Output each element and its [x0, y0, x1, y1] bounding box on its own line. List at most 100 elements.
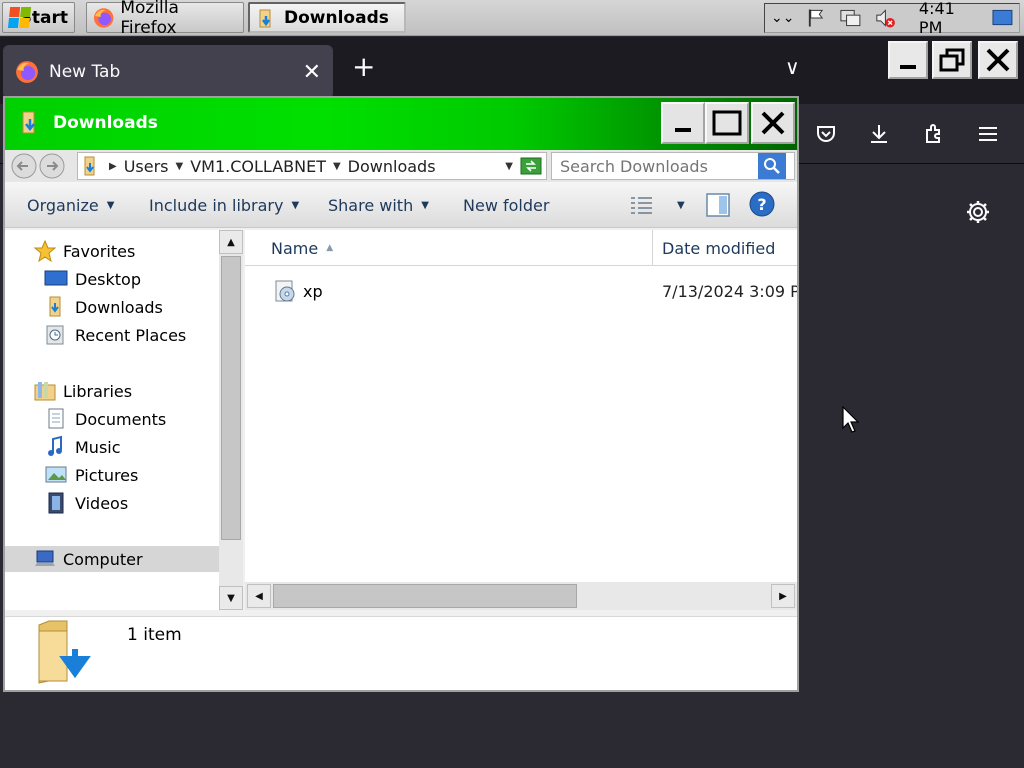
breadcrumb-separator-icon[interactable]: ▼: [176, 161, 184, 172]
downloads-folder-icon: [22, 111, 35, 134]
mouse-cursor-icon: [842, 406, 860, 433]
app-menu-icon[interactable]: [972, 118, 1004, 150]
explorer-window: Downloads ▶ Users ▼ VM1.COLLABNET ▼ Down…: [3, 96, 799, 692]
libraries-icon: [34, 382, 56, 401]
windows-logo-icon: [7, 6, 32, 29]
preview-pane-icon[interactable]: [705, 192, 731, 218]
nav-item-label: Desktop: [75, 269, 141, 289]
nav-computer[interactable]: Computer: [5, 546, 219, 572]
file-row[interactable]: xp 7/13/2024 3:09 PM: [245, 276, 797, 306]
scroll-up-arrow-icon[interactable]: ▲: [219, 230, 243, 254]
nav-item-music[interactable]: Music: [43, 434, 121, 460]
title-bar[interactable]: Downloads: [5, 98, 797, 150]
nav-item-label: Videos: [75, 493, 129, 513]
scroll-down-arrow-icon[interactable]: ▼: [219, 586, 243, 610]
scrollbar-thumb[interactable]: [273, 584, 577, 608]
nav-item-downloads[interactable]: Downloads: [43, 294, 163, 320]
help-icon[interactable]: ?: [749, 191, 775, 217]
downloads-icon[interactable]: [863, 118, 895, 150]
include-in-library-button[interactable]: Include in library ▼: [149, 196, 299, 215]
tab-new-tab[interactable]: New Tab ✕: [3, 45, 333, 99]
chevron-down-icon[interactable]: ⌄⌄: [771, 10, 794, 26]
taskbar: Start Mozilla Firefox Downloads ⌄⌄ 4:41 …: [0, 0, 1024, 38]
share-with-button[interactable]: Share with ▼: [328, 196, 429, 215]
file-name: xp: [303, 282, 323, 301]
taskbar-item-downloads[interactable]: Downloads: [248, 2, 406, 33]
downloads-folder-icon: [49, 296, 61, 317]
nav-item-recent-places[interactable]: Recent Places: [43, 322, 186, 348]
new-tab-button[interactable]: +: [352, 53, 375, 81]
breadcrumb-item[interactable]: Users: [124, 157, 169, 176]
close-tab-icon[interactable]: ✕: [303, 60, 321, 85]
organize-button[interactable]: Organize ▼: [27, 196, 114, 215]
maximize-icon: [712, 110, 742, 136]
close-button[interactable]: [751, 102, 795, 144]
navigation-scrollbar[interactable]: ▲ ▼: [219, 230, 243, 610]
extensions-icon[interactable]: [918, 118, 950, 150]
command-bar: Organize ▼ Include in library ▼ Share wi…: [5, 182, 797, 228]
restore-button[interactable]: [932, 41, 972, 79]
maximize-button[interactable]: [705, 102, 749, 144]
flag-icon[interactable]: [806, 7, 827, 29]
start-button[interactable]: Start: [2, 2, 75, 33]
nav-favorites[interactable]: Favorites: [33, 238, 135, 264]
chevron-down-icon[interactable]: ▼: [677, 200, 685, 211]
details-pane: 1 item: [5, 616, 797, 690]
new-folder-button[interactable]: New folder: [463, 196, 549, 215]
column-header-date-modified[interactable]: Date modified: [654, 230, 797, 266]
list-all-tabs-chevron-icon[interactable]: ∨: [785, 55, 800, 79]
breadcrumb-item[interactable]: VM1.COLLABNET: [190, 157, 326, 176]
nav-libraries[interactable]: Libraries: [33, 378, 132, 404]
nav-item-videos[interactable]: Videos: [43, 490, 128, 516]
pocket-icon[interactable]: [810, 118, 842, 150]
chevron-down-icon: ▼: [106, 200, 115, 211]
nav-item-pictures[interactable]: Pictures: [43, 462, 138, 488]
show-desktop-icon[interactable]: [992, 8, 1013, 28]
search-icon[interactable]: [758, 153, 786, 179]
disc-image-file-icon: [275, 280, 295, 302]
computer-icon: [35, 550, 55, 566]
window-title: Downloads: [53, 113, 158, 133]
scroll-left-arrow-icon[interactable]: ◀: [247, 584, 271, 608]
search-box[interactable]: [551, 152, 795, 180]
change-view-button[interactable]: ▼: [629, 194, 685, 216]
firefox-tab-strip: New Tab ✕: [0, 37, 1024, 104]
minimize-icon: [900, 65, 916, 69]
back-forward-icon[interactable]: [9, 152, 69, 180]
close-icon: [986, 48, 1010, 72]
network-icon[interactable]: [839, 7, 862, 29]
column-header-name[interactable]: Name ▲: [245, 230, 653, 266]
chevron-down-icon: ▼: [291, 200, 300, 211]
minimize-button[interactable]: [888, 41, 928, 79]
clock[interactable]: 4:41 PM: [919, 0, 980, 37]
view-details-icon: [631, 197, 652, 214]
speaker-muted-icon[interactable]: [874, 7, 897, 29]
nav-item-documents[interactable]: Documents: [43, 406, 166, 432]
search-input[interactable]: [552, 154, 758, 178]
music-icon: [48, 435, 62, 456]
breadcrumb-separator-icon[interactable]: ▶: [109, 161, 117, 172]
close-icon: [761, 111, 785, 135]
taskbar-item-firefox[interactable]: Mozilla Firefox: [86, 0, 244, 38]
system-tray: ⌄⌄ 4:41 PM: [764, 0, 1020, 37]
documents-icon: [48, 408, 64, 429]
chevron-down-icon: ▼: [421, 200, 429, 211]
settings-gear-icon[interactable]: [962, 196, 994, 228]
scrollbar-thumb[interactable]: [221, 256, 241, 540]
minimize-icon: [675, 128, 691, 132]
address-dropdown-icon[interactable]: ▼: [505, 161, 513, 172]
refresh-icon[interactable]: [520, 156, 542, 176]
nav-favorites-label: Favorites: [63, 241, 136, 261]
item-count: 1 item: [127, 625, 182, 645]
file-list-horizontal-scrollbar[interactable]: ◀ ▶: [245, 582, 797, 610]
breadcrumb-separator-icon[interactable]: ▼: [333, 161, 341, 172]
nav-item-desktop[interactable]: Desktop: [43, 266, 141, 292]
scroll-right-arrow-icon[interactable]: ▶: [771, 584, 795, 608]
address-bar[interactable]: ▶ Users ▼ VM1.COLLABNET ▼ Downloads ▼: [77, 152, 547, 180]
nav-item-label: Downloads: [75, 297, 163, 317]
minimize-button[interactable]: [661, 102, 705, 144]
recent-places-icon: [46, 325, 64, 345]
close-button[interactable]: [978, 41, 1018, 79]
breadcrumb-item[interactable]: Downloads: [348, 157, 436, 176]
address-row: ▶ Users ▼ VM1.COLLABNET ▼ Downloads ▼: [5, 150, 797, 182]
